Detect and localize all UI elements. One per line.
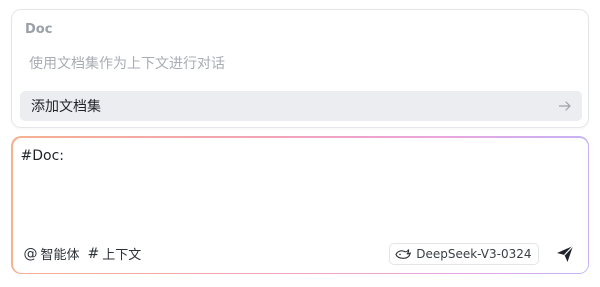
deepseek-whale-icon	[395, 248, 412, 259]
send-button[interactable]	[554, 243, 576, 265]
composer-footer: @ 智能体 # 上下文 DeepSeek-V3-0324	[23, 242, 578, 266]
context-button[interactable]: # 上下文	[88, 242, 142, 266]
arrow-right-icon	[558, 101, 571, 111]
context-label: 上下文	[102, 248, 142, 263]
agent-mention-label: 智能体	[40, 248, 80, 263]
model-selector[interactable]: DeepSeek-V3-0324	[389, 242, 539, 265]
add-doc-collection-item[interactable]: 添加文档集	[20, 91, 582, 121]
composer-inner: #Doc: @ 智能体 # 上下文 DeepSeek-V3-0324	[12, 137, 588, 273]
message-input[interactable]: #Doc:	[20, 147, 561, 228]
at-icon: @	[23, 245, 38, 262]
hash-icon: #	[87, 245, 100, 262]
chat-composer-area: Doc 使用文档集作为上下文进行对话 添加文档集 #Doc: @ 智能体 # 上…	[0, 0, 600, 287]
popup-hint-text: 使用文档集作为上下文进行对话	[29, 56, 225, 72]
popup-section-title: Doc	[25, 22, 53, 37]
message-composer: #Doc: @ 智能体 # 上下文 DeepSeek-V3-0324	[11, 136, 589, 274]
add-doc-collection-label: 添加文档集	[31, 99, 101, 115]
mention-suggestion-popup: Doc 使用文档集作为上下文进行对话 添加文档集	[11, 9, 589, 128]
send-icon	[556, 245, 573, 262]
model-label: DeepSeek-V3-0324	[416, 246, 532, 261]
agent-mention-button[interactable]: @ 智能体	[24, 242, 80, 266]
